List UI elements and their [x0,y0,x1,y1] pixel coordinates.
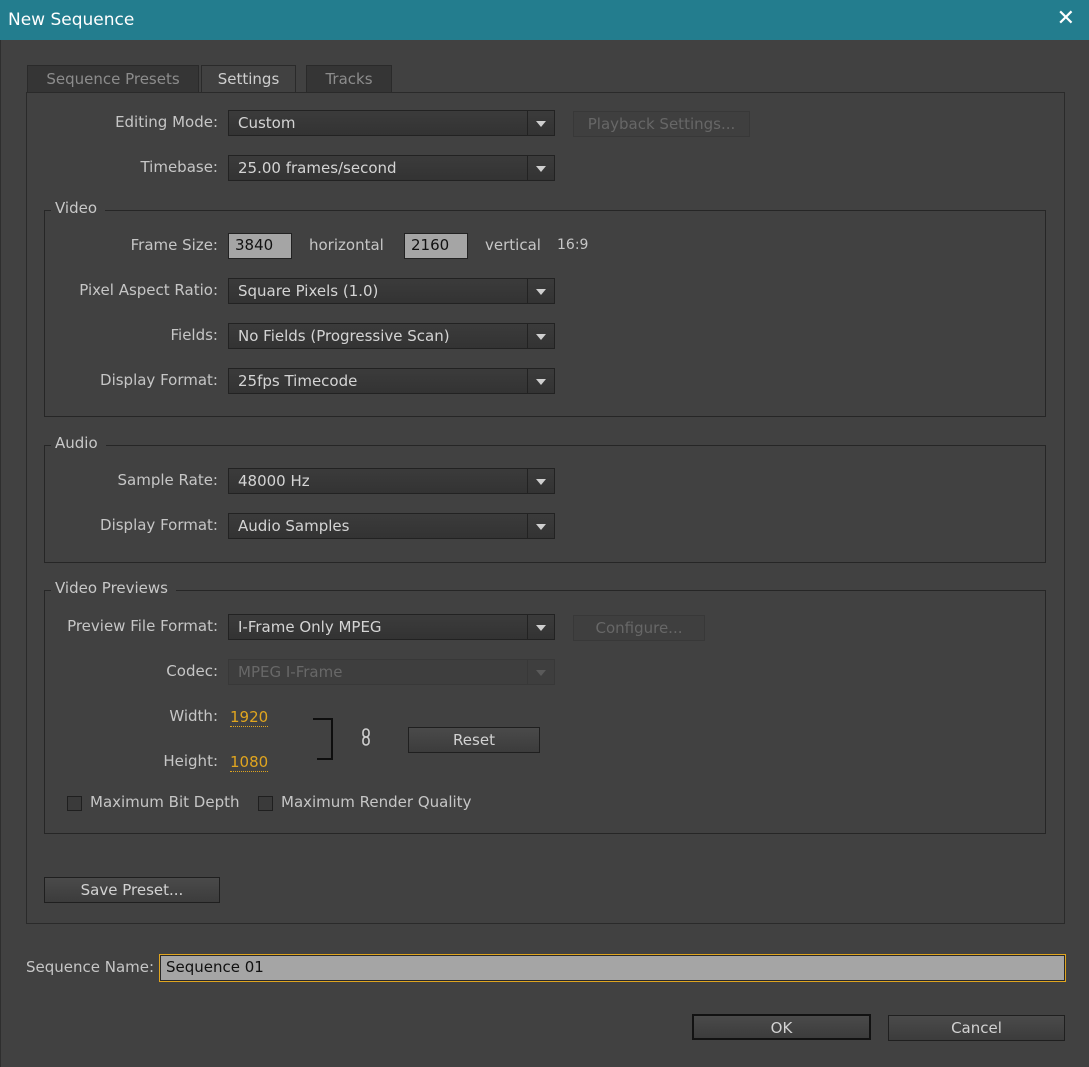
video-display-format-select[interactable]: 25fps Timecode [228,368,555,394]
configure-button[interactable]: Configure... [573,615,705,641]
chevron-down-icon [527,324,554,348]
fields-label: Fields: [170,326,219,344]
title-bar: New Sequence ✕ [0,0,1089,40]
close-icon[interactable]: ✕ [1057,6,1075,31]
chevron-down-icon [527,279,554,303]
tab-sequence-presets[interactable]: Sequence Presets [27,65,199,93]
max-render-quality-checkbox[interactable] [258,796,273,811]
chevron-down-icon [527,156,554,180]
fields-select[interactable]: No Fields (Progressive Scan) [228,323,555,349]
max-bit-depth-checkbox[interactable] [67,796,82,811]
frame-height-input[interactable]: 2160 [404,233,468,259]
video-display-format-label: Display Format: [100,371,218,389]
chevron-down-icon [527,369,554,393]
video-group-title: Video [51,199,106,217]
sample-rate-select[interactable]: 48000 Hz [228,468,555,494]
tab-tracks[interactable]: Tracks [306,65,392,93]
chevron-down-icon [527,469,554,493]
playback-settings-button[interactable]: Playback Settings... [573,111,750,137]
audio-display-format-select[interactable]: Audio Samples [228,513,555,539]
audio-display-format-label: Display Format: [100,516,218,534]
max-bit-depth-label: Maximum Bit Depth [90,793,240,811]
sequence-name-label: Sequence Name: [26,958,155,976]
codec-select[interactable]: MPEG I-Frame [228,659,555,685]
cancel-button[interactable]: Cancel [888,1015,1065,1041]
sample-rate-label: Sample Rate: [117,471,218,489]
preview-file-format-value: I-Frame Only MPEG [238,618,382,636]
dimension-bracket [313,718,333,760]
horizontal-label: horizontal [309,236,384,254]
sample-rate-value: 48000 Hz [238,472,310,490]
aspect-ratio-text: 16:9 [557,237,589,253]
preview-file-format-label: Preview File Format: [67,617,218,635]
vertical-label: vertical [485,236,541,254]
chevron-down-icon [527,111,554,135]
pixel-aspect-ratio-label: Pixel Aspect Ratio: [79,281,218,299]
frame-width-input[interactable]: 3840 [228,233,292,259]
pixel-aspect-ratio-value: Square Pixels (1.0) [238,282,379,300]
timebase-value: 25.00 frames/second [238,159,397,177]
preview-file-format-select[interactable]: I-Frame Only MPEG [228,614,555,640]
preview-width-label: Width: [169,707,218,725]
save-preset-button[interactable]: Save Preset... [44,877,220,903]
chevron-down-icon [527,615,554,639]
timebase-label: Timebase: [140,158,218,176]
preview-height-label: Height: [163,752,218,770]
editing-mode-select[interactable]: Custom [228,110,555,136]
video-previews-group-title: Video Previews [51,579,176,597]
fields-value: No Fields (Progressive Scan) [238,327,450,345]
timebase-select[interactable]: 25.00 frames/second [228,155,555,181]
chevron-down-icon [527,660,554,684]
window-title: New Sequence [8,10,135,30]
max-render-quality-label: Maximum Render Quality [281,793,472,811]
audio-group-title: Audio [51,434,106,452]
audio-group: Audio [44,434,1046,563]
frame-size-label: Frame Size: [130,236,218,254]
chevron-down-icon [527,514,554,538]
ok-button[interactable]: OK [692,1014,871,1040]
tab-settings[interactable]: Settings [201,65,296,94]
editing-mode-label: Editing Mode: [115,113,218,131]
pixel-aspect-ratio-select[interactable]: Square Pixels (1.0) [228,278,555,304]
link-icon[interactable] [360,728,372,750]
codec-label: Codec: [166,662,218,680]
video-display-format-value: 25fps Timecode [238,372,358,390]
codec-value: MPEG I-Frame [238,663,343,681]
sequence-name-input[interactable]: Sequence 01 [159,954,1066,982]
editing-mode-value: Custom [238,114,296,132]
preview-height-value[interactable]: 1080 [230,753,269,772]
preview-width-value[interactable]: 1920 [230,708,269,727]
audio-display-format-value: Audio Samples [238,517,350,535]
reset-button[interactable]: Reset [408,727,540,753]
